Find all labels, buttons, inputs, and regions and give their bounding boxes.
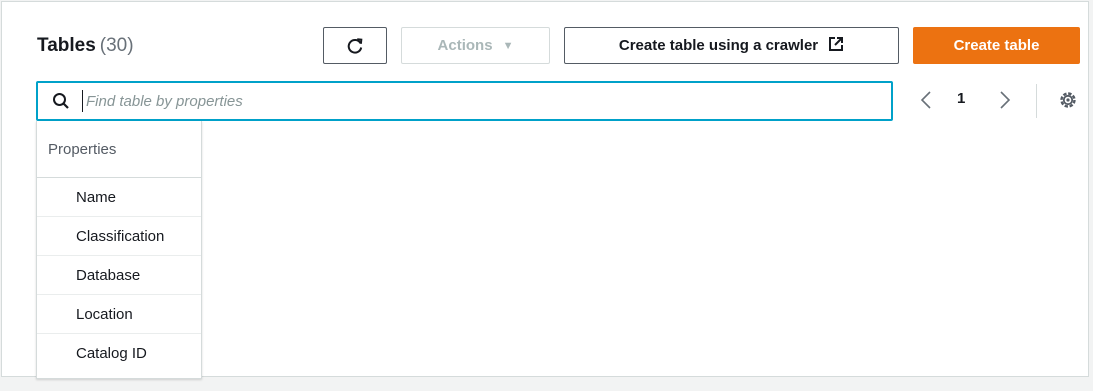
- search-input[interactable]: [82, 90, 891, 112]
- search-icon: [52, 92, 70, 110]
- dropdown-item-name[interactable]: Name: [37, 178, 201, 217]
- table-count: (30): [99, 35, 134, 56]
- pager-divider: [1036, 84, 1037, 118]
- tables-panel: Tables (30) Actions ▼ Create table using …: [1, 1, 1089, 379]
- create-table-crawler-button[interactable]: Create table using a crawler: [564, 27, 899, 64]
- preferences-button[interactable]: [1057, 89, 1079, 111]
- dropdown-header: Properties: [37, 121, 201, 178]
- search-bar[interactable]: [36, 81, 893, 121]
- crawler-label: Create table using a crawler: [618, 37, 819, 54]
- caret-down-icon: ▼: [502, 39, 514, 52]
- title-text: Tables: [37, 35, 96, 56]
- create-table-button[interactable]: Create table: [913, 27, 1080, 64]
- dropdown-item-database[interactable]: Database: [37, 256, 201, 295]
- next-page-button[interactable]: [995, 88, 1015, 112]
- chevron-right-icon: [1000, 91, 1011, 109]
- chevron-left-icon: [920, 91, 931, 109]
- dropdown-item-location[interactable]: Location: [37, 295, 201, 334]
- dropdown-item-catalog-id[interactable]: Catalog ID: [37, 334, 201, 372]
- dropdown-item-classification[interactable]: Classification: [37, 217, 201, 256]
- previous-page-button[interactable]: [916, 88, 936, 112]
- refresh-button[interactable]: [323, 27, 387, 64]
- current-page[interactable]: 1: [957, 90, 965, 107]
- actions-label: Actions: [437, 37, 493, 54]
- refresh-icon: [347, 37, 363, 54]
- properties-dropdown: Properties Name Classification Database …: [36, 121, 202, 379]
- page-title: Tables (30): [37, 35, 134, 57]
- actions-button[interactable]: Actions ▼: [401, 27, 550, 64]
- external-link-icon: [828, 36, 844, 56]
- gear-icon: [1060, 92, 1076, 108]
